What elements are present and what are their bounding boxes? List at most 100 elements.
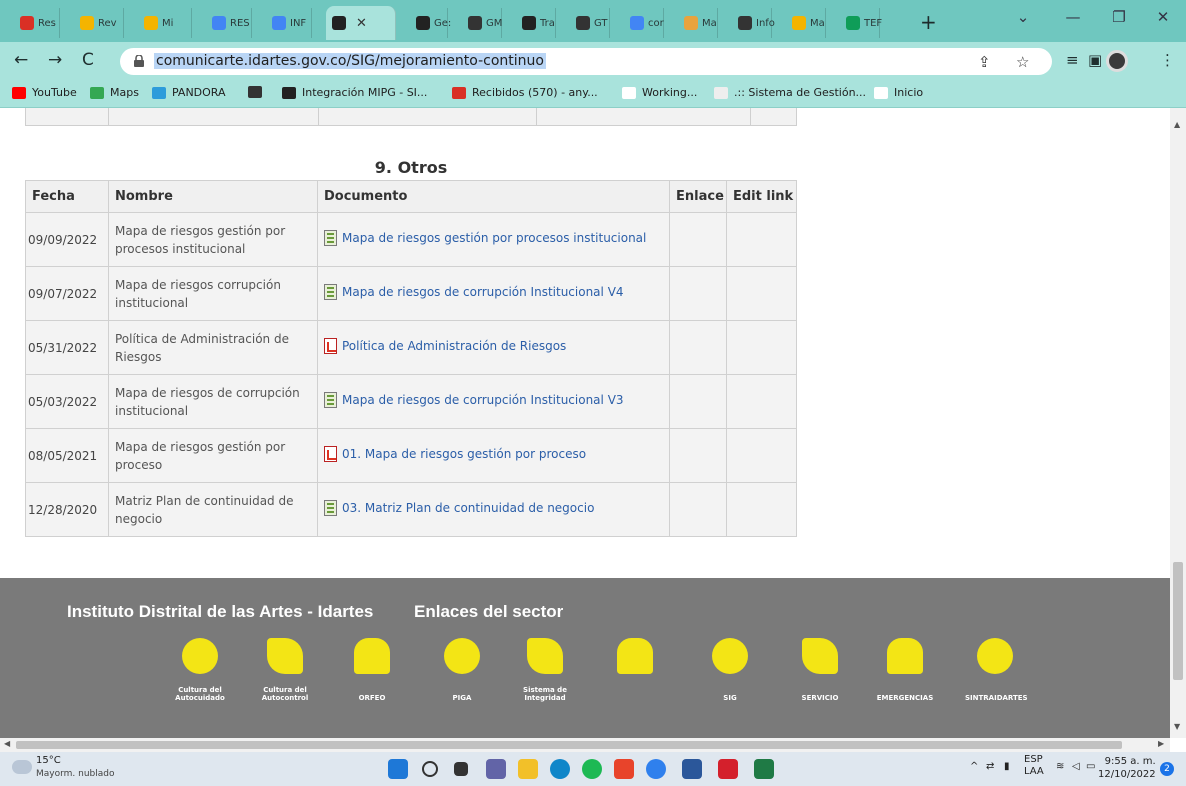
cloud-icon[interactable] <box>12 760 32 774</box>
scroll-right-arrow-icon[interactable]: ▶ <box>1158 739 1164 748</box>
bookmark-label: Maps <box>110 86 139 99</box>
office-icon[interactable] <box>614 759 634 779</box>
language-indicator[interactable]: ESP LAA <box>1024 754 1044 778</box>
side-panel-icon[interactable]: ▣ <box>1088 51 1102 69</box>
back-icon[interactable]: ← <box>14 50 28 70</box>
file-explorer-icon[interactable] <box>518 759 538 779</box>
browser-tab[interactable]: RES <box>206 8 252 38</box>
reading-list-icon[interactable]: ≡ <box>1066 51 1079 69</box>
bookmark-item[interactable]: PANDORA <box>152 86 226 99</box>
browser-tab[interactable]: INF <box>266 8 312 38</box>
browser-tab[interactable]: Ma <box>786 8 826 38</box>
bookmark-item[interactable]: Inicio <box>874 86 923 99</box>
row-document-cell: Mapa de riesgos de corrupción Institucio… <box>317 266 670 321</box>
address-bar[interactable]: comunicarte.idartes.gov.co/SIG/mejoramie… <box>120 48 1052 75</box>
document-link[interactable]: 03. Matriz Plan de continuidad de negoci… <box>324 500 594 516</box>
footer-logo[interactable]: SERVICIO <box>790 638 850 702</box>
bookmark-star-icon[interactable]: ☆ <box>1016 53 1029 71</box>
edge-icon[interactable] <box>550 759 570 779</box>
browser-tab[interactable]: GT <box>570 8 610 38</box>
browser-tab[interactable]: Rev <box>74 8 124 38</box>
browser-tab[interactable]: Mi <box>138 8 192 38</box>
wifi-icon[interactable]: ≋ <box>1056 761 1064 772</box>
share-icon[interactable]: ⇪ <box>978 53 991 71</box>
meet-icon[interactable]: ▮ <box>1004 761 1010 772</box>
close-window-button[interactable]: ✕ <box>1140 8 1186 26</box>
row-enlace <box>669 482 727 537</box>
footer-logo[interactable]: PIGA <box>432 638 492 702</box>
browser-tab[interactable]: Tra <box>516 8 556 38</box>
bookmark-item[interactable]: Maps <box>90 86 139 99</box>
browser-tab[interactable]: TEF <box>840 8 882 38</box>
footer-logo[interactable]: Sistema de Integridad <box>515 638 575 702</box>
browser-tab[interactable]: Res <box>14 8 60 38</box>
search-icon[interactable] <box>422 761 438 777</box>
logo-label: PIGA <box>452 694 472 702</box>
minimize-button[interactable]: — <box>1050 8 1096 26</box>
network-adapter-icon[interactable]: ⇄ <box>986 761 994 772</box>
new-tab-button[interactable]: + <box>920 10 937 34</box>
footer-logo[interactable]: SINTRAIDARTES <box>965 638 1028 702</box>
row-document-cell: Mapa de riesgos gestión por procesos ins… <box>317 212 670 267</box>
volume-icon[interactable]: ◁ <box>1072 761 1080 772</box>
scroll-up-arrow-icon[interactable]: ▲ <box>1174 120 1180 129</box>
footer-logo[interactable]: Cultura del Autocontrol <box>255 638 315 702</box>
notification-badge[interactable]: 2 <box>1160 762 1174 776</box>
bookmark-item[interactable]: Working... <box>622 86 697 99</box>
maximize-button[interactable]: ❐ <box>1096 8 1142 26</box>
footer-logo[interactable] <box>605 638 665 702</box>
browser-tab[interactable]: ✕ <box>326 6 396 40</box>
document-link[interactable]: Política de Administración de Riesgos <box>324 338 566 354</box>
spotify-icon[interactable] <box>582 759 602 779</box>
url-text[interactable]: comunicarte.idartes.gov.co/SIG/mejoramie… <box>154 53 546 69</box>
document-link[interactable]: Mapa de riesgos de corrupción Institucio… <box>324 284 624 300</box>
close-tab-icon[interactable]: ✕ <box>356 16 367 31</box>
horizontal-scrollbar[interactable]: ◀ ▶ <box>0 738 1170 752</box>
footer-logo[interactable]: Cultura del Autocuidado <box>170 638 230 702</box>
document-link-text: Mapa de riesgos de corrupción Institucio… <box>342 285 624 299</box>
bookmark-item[interactable]: .:: Sistema de Gestión... <box>714 86 866 99</box>
scroll-down-arrow-icon[interactable]: ▼ <box>1174 722 1180 731</box>
footer-logo[interactable]: ORFEO <box>342 638 402 702</box>
profile-avatar[interactable] <box>1106 50 1128 72</box>
start-icon[interactable] <box>388 759 408 779</box>
acrobat-icon[interactable] <box>718 759 738 779</box>
document-link[interactable]: Mapa de riesgos de corrupción Institucio… <box>324 392 624 408</box>
horizontal-scroll-thumb[interactable] <box>16 741 1122 749</box>
logo-emblem-icon <box>182 638 218 674</box>
row-enlace <box>669 266 727 321</box>
document-link[interactable]: Mapa de riesgos gestión por procesos ins… <box>324 230 646 246</box>
reload-icon[interactable]: C <box>82 50 94 70</box>
bookmark-item[interactable]: Integración MIPG - SI... <box>282 86 427 99</box>
browser-tab[interactable]: Ge: <box>410 8 451 38</box>
footer-logo[interactable]: EMERGENCIAS <box>875 638 935 702</box>
bookmark-item[interactable]: Recibidos (570) - any... <box>452 86 598 99</box>
forward-icon[interactable]: → <box>48 50 62 70</box>
browser-tab[interactable]: Info <box>732 8 775 38</box>
excel-icon[interactable] <box>754 759 774 779</box>
vertical-scroll-thumb[interactable] <box>1173 562 1183 680</box>
weather-temperature[interactable]: 15°C <box>36 755 61 766</box>
clock[interactable]: 9:55 a. m. 12/10/2022 <box>1098 755 1156 781</box>
bookmark-item[interactable] <box>248 86 268 98</box>
chrome-icon[interactable] <box>646 759 666 779</box>
footer-logo[interactable]: SIG <box>700 638 760 702</box>
teams-icon[interactable] <box>486 759 506 779</box>
scroll-left-arrow-icon[interactable]: ◀ <box>4 739 10 748</box>
tab-search-icon[interactable]: ⌄ <box>1000 8 1046 26</box>
word-icon[interactable] <box>682 759 702 779</box>
docs-icon <box>272 16 286 30</box>
weather-description[interactable]: Mayorm. nublado <box>36 769 115 779</box>
browser-tab[interactable]: Ma <box>678 8 718 38</box>
menu-icon[interactable]: ⋮ <box>1160 51 1175 69</box>
vertical-scrollbar[interactable]: ▲ ▼ <box>1170 108 1186 738</box>
chevron-up-icon[interactable]: ^ <box>970 761 978 772</box>
pdf-file-icon <box>324 446 337 462</box>
browser-tab[interactable]: cor <box>624 8 664 38</box>
bookmark-item[interactable]: YouTube <box>12 86 77 99</box>
document-link[interactable]: 01. Mapa de riesgos gestión por proceso <box>324 446 586 462</box>
battery-icon[interactable]: ▭ <box>1086 761 1095 772</box>
logo-label: ORFEO <box>358 694 386 702</box>
browser-tab[interactable]: GM <box>462 8 502 38</box>
task-view-icon[interactable] <box>454 762 468 776</box>
